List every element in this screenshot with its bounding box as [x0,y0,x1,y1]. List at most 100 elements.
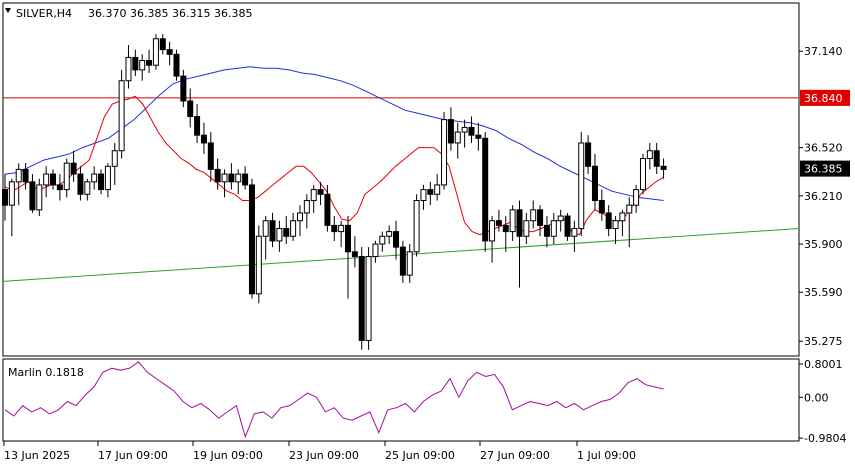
candle-bull [303,199,310,214]
candle-bear [516,209,523,237]
candle-bull [118,80,125,152]
candle-bear [351,251,358,257]
candle-bear [207,142,214,170]
candle-bull [646,150,653,160]
candle-bear [159,38,166,51]
candle-bull [372,243,379,257]
candle-bear [248,184,255,295]
candle-bear [214,168,221,183]
x-tick-label: 1 Jul 09:00 [577,449,636,462]
y-tick-label: 35.900 [804,238,843,251]
chart-canvas: 0.8001 0.00 -0.9804 37.140 36.520 36.210 35.9… [0,0,855,467]
candle-bear [358,255,365,341]
x-tick-label: 27 Jun 09:00 [480,449,550,462]
candle-bear [399,246,406,276]
candle-bear [585,142,592,167]
candle-bull [125,56,132,82]
candle-bull [557,215,564,222]
y-tick-label: 36.210 [804,190,843,203]
candle-bear [468,126,475,136]
candle-bull [379,235,386,245]
candle-bull [386,231,393,237]
candle-bull [633,189,640,206]
candle-bull [43,173,50,186]
candle-bull [612,220,619,229]
x-tick-label: 23 Jun 09:00 [289,449,359,462]
candle-bear [653,150,660,167]
y-tick-label: 37.140 [804,45,843,58]
candle-bull [454,131,461,144]
candle-bear [22,168,29,183]
candle-bear [242,173,249,186]
candle-bull [530,209,537,222]
ohlc-readout: 36.370 36.385 36.315 36.385 [88,7,252,20]
candle-bear [50,173,57,186]
main-price-panel[interactable] [2,2,800,357]
candle-bear [475,134,482,139]
candle-bear [331,224,338,233]
candle-bull [235,173,242,183]
osc-tick-label: 0.00 [804,391,829,404]
candle-bear [591,165,598,201]
level-price-label: 36.840 [804,92,843,105]
x-tick-label: 19 Jun 09:00 [193,449,263,462]
candle-bull [152,38,159,66]
y-tick-label: 35.275 [804,335,843,348]
candle-bull [111,150,118,167]
candle-bear [427,189,434,195]
candle-bear [598,199,605,214]
candle-bull [310,189,317,201]
candle-bull [434,184,441,195]
candle-bull [639,158,646,191]
symbol-label: SILVER,H4 [16,7,72,20]
candle-bull [489,220,496,242]
candle-bull [571,227,578,237]
x-tick-label: 17 Jun 09:00 [98,449,168,462]
candle-bear [502,224,509,233]
candle-bear [482,137,489,242]
indicator-panel[interactable] [2,358,800,442]
candle-bear [537,209,544,226]
candle-bear [56,184,63,191]
x-tick-label: 25 Jun 09:00 [385,449,455,462]
candle-bull [413,199,420,253]
candle-bear [345,224,351,253]
candle-bear [324,193,331,226]
osc-tick-label: -0.9804 [804,432,846,445]
candle-bear [495,220,502,226]
candle-bull [221,173,228,183]
candle-bear [166,49,173,55]
candle-bear [447,119,454,144]
candle-bull [406,251,413,276]
candle-bear [194,116,201,136]
candle-bear [564,215,571,237]
candle-bull [441,119,448,186]
candle-bear [187,100,194,118]
candle-bear [605,212,612,229]
candle-bull [255,235,262,295]
candle-bear [98,173,105,191]
candle-bear [132,56,139,71]
osc-tick-label: 0.8001 [804,358,843,371]
candle-bear [317,189,324,195]
candle-bull [15,168,22,183]
candle-bull [338,224,345,233]
candle-bear [180,75,187,102]
candle-bear [660,165,667,170]
candle-bear [269,220,276,242]
candle-bear [283,227,290,237]
candle-bull [619,212,626,222]
candle-bear [228,173,235,183]
y-tick-label: 35.590 [804,286,843,299]
current-price-label: 36.385 [804,163,843,176]
candle-bull [276,227,283,242]
candle-bull [509,209,516,233]
candle-bear [173,53,180,77]
candle-bull [104,165,111,191]
candle-bear [146,60,153,66]
candle-bull [550,220,557,237]
candle-bull [139,60,146,71]
candle-bull [63,162,70,191]
candle-bear [543,224,550,237]
candle-bull [578,142,585,229]
